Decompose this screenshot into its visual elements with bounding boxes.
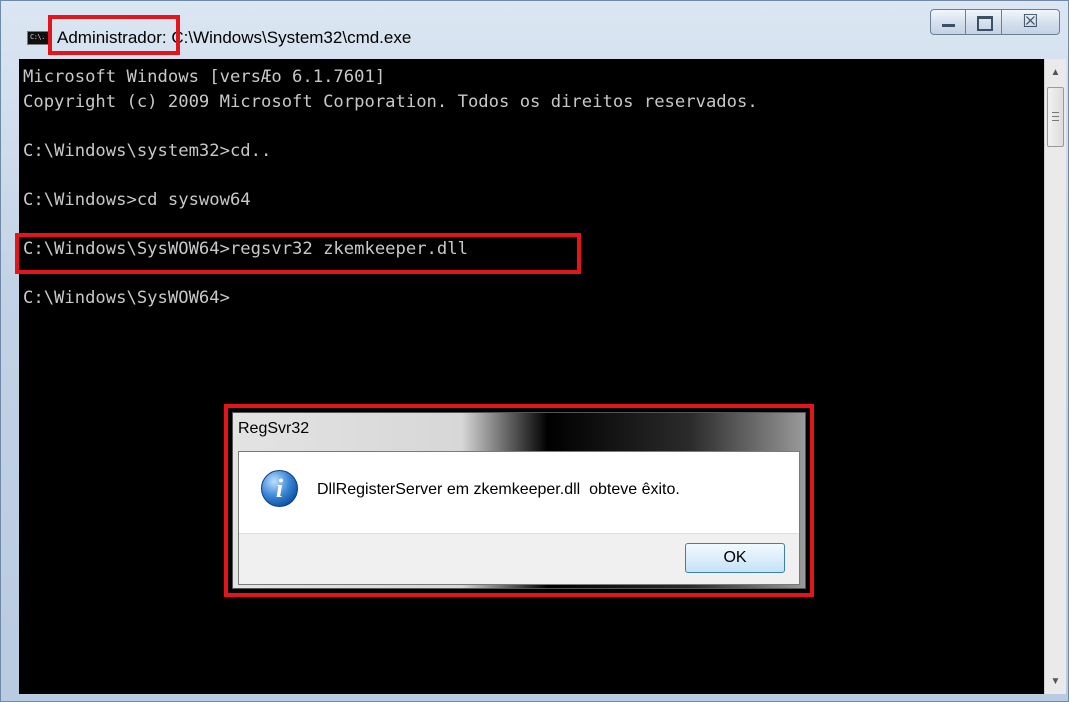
scroll-down-icon[interactable]: ▼ — [1045, 672, 1066, 692]
scroll-up-icon[interactable]: ▲ — [1045, 63, 1066, 83]
console-line: C:\Windows\SysWOW64> — [23, 287, 230, 308]
cmd-icon[interactable]: C:\. — [27, 31, 49, 45]
dialog-body: i DllRegisterServer em zkemkeeper.dll ob… — [238, 451, 800, 585]
console-line: Microsoft Windows [versÆo 6.1.7601] — [23, 67, 386, 87]
dialog-message: DllRegisterServer em zkemkeeper.dll obte… — [317, 481, 680, 498]
vertical-scrollbar[interactable]: ▲ ▼ — [1044, 59, 1066, 694]
dialog-title: RegSvr32 — [238, 420, 310, 437]
cmd-icon-glyph: C:\. — [30, 33, 45, 41]
console-output: Microsoft Windows [versÆo 6.1.7601] Copy… — [19, 59, 1044, 310]
title-bar[interactable]: C:\. Administrador: C:\Windows\System32\… — [1, 1, 1068, 59]
console-area[interactable]: Microsoft Windows [versÆo 6.1.7601] Copy… — [19, 59, 1044, 694]
maximize-button[interactable] — [966, 9, 1002, 35]
cmd-window: C:\. Administrador: C:\Windows\System32\… — [0, 0, 1069, 702]
info-icon: i — [261, 470, 298, 507]
title-admin: Administrador: — [57, 28, 167, 47]
console-line: C:\Windows\SysWOW64>regsvr32 zkemkeeper.… — [23, 238, 468, 259]
console-line: C:\Windows>cd syswow64 — [23, 189, 251, 210]
ok-button[interactable]: OK — [685, 543, 785, 573]
dialog-footer: OK — [239, 533, 799, 584]
scroll-thumb[interactable] — [1047, 87, 1064, 147]
close-icon: ☒ — [1022, 11, 1039, 32]
regsvr32-dialog: RegSvr32 i DllRegisterServer em zkemkeep… — [232, 412, 806, 589]
close-button[interactable]: ☒ — [1002, 9, 1060, 35]
console-line: Copyright (c) 2009 Microsoft Corporation… — [23, 91, 758, 112]
caption-buttons: ☒ — [930, 9, 1060, 37]
console-line: C:\Windows\system32>cd.. — [23, 140, 272, 161]
minimize-button[interactable] — [930, 9, 966, 35]
window-title: Administrador: C:\Windows\System32\cmd.e… — [57, 28, 411, 48]
title-path: C:\Windows\System32\cmd.exe — [171, 28, 412, 47]
